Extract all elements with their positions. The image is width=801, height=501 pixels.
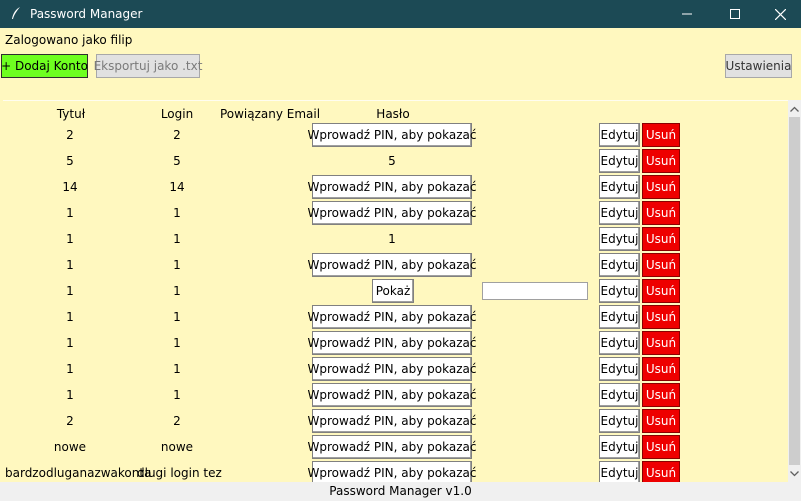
account-login: 1 <box>173 388 181 402</box>
chevron-up-icon <box>790 106 799 112</box>
add-account-button[interactable]: + Dodaj Konto <box>1 54 88 78</box>
account-login: 14 <box>169 180 185 194</box>
delete-account-button[interactable]: Usuń <box>642 461 680 482</box>
login-status: Zalogowano jako filip <box>5 33 133 47</box>
account-title: 2 <box>66 128 74 142</box>
account-title: 2 <box>66 414 74 428</box>
show-password-button[interactable]: Pokaż <box>372 279 414 303</box>
delete-account-button[interactable]: Usuń <box>642 331 680 355</box>
scroll-up-button[interactable] <box>788 100 801 117</box>
account-login: 1 <box>173 206 181 220</box>
edit-account-button[interactable]: Edytuj <box>599 253 640 277</box>
password-value: 1 <box>388 232 396 246</box>
show-password-pin-button[interactable]: Wprowadź PIN, aby pokazać <box>308 201 476 225</box>
edit-account-button[interactable]: Edytuj <box>599 383 640 407</box>
account-title: 1 <box>66 310 74 324</box>
accounts-list[interactable]: Tytuł Login Powiązany Email Hasło 2 2 Wpro… <box>3 100 788 482</box>
show-password-pin-button[interactable]: Wprowadź PIN, aby pokazać <box>308 461 476 482</box>
edit-account-button[interactable]: Edytuj <box>599 305 640 329</box>
edit-account-button[interactable]: Edytuj <box>599 357 640 381</box>
edit-account-button[interactable]: Edytuj <box>599 149 640 173</box>
main-panel: Zalogowano jako filip + Dodaj Konto Eksp… <box>0 28 801 482</box>
edit-account-button[interactable]: Edytuj <box>599 175 640 199</box>
delete-account-button[interactable]: Usuń <box>642 279 680 303</box>
vertical-scrollbar[interactable] <box>788 100 801 482</box>
edit-account-button[interactable]: Edytuj <box>599 123 640 147</box>
column-header-login: Login <box>160 107 194 121</box>
show-password-pin-button[interactable]: Wprowadź PIN, aby pokazać <box>308 253 476 277</box>
show-password-pin-button[interactable]: Wprowadź PIN, aby pokazać <box>308 409 476 433</box>
chevron-down-icon <box>790 470 799 476</box>
delete-account-button[interactable]: Usuń <box>642 201 680 225</box>
feather-icon <box>10 6 22 20</box>
delete-account-button[interactable]: Usuń <box>642 227 680 251</box>
account-title: 1 <box>66 388 74 402</box>
footer-version: Password Manager v1.0 <box>0 482 801 501</box>
account-title: 1 <box>66 206 74 220</box>
account-login: 1 <box>173 336 181 350</box>
minimize-icon <box>682 13 692 15</box>
show-password-pin-button[interactable]: Wprowadź PIN, aby pokazać <box>308 383 476 407</box>
delete-account-button[interactable]: Usuń <box>642 123 680 147</box>
minimize-button[interactable] <box>664 0 710 28</box>
show-password-pin-button[interactable]: Wprowadź PIN, aby pokazać <box>308 435 476 459</box>
delete-account-button[interactable]: Usuń <box>642 383 680 407</box>
close-icon <box>774 8 786 20</box>
edit-account-button[interactable]: Edytuj <box>599 227 640 251</box>
delete-account-button[interactable]: Usuń <box>642 357 680 381</box>
column-header-title: Tytuł <box>56 107 86 121</box>
delete-account-button[interactable]: Usuń <box>642 305 680 329</box>
account-title: 5 <box>66 154 74 168</box>
delete-account-button[interactable]: Usuń <box>642 409 680 433</box>
account-login: 1 <box>173 258 181 272</box>
edit-account-button[interactable]: Edytuj <box>599 279 640 303</box>
account-login: 2 <box>173 414 181 428</box>
column-header-password: Hasło <box>376 107 410 121</box>
account-login: 1 <box>173 232 181 246</box>
export-txt-button[interactable]: Eksportuj jako .txt <box>94 54 202 78</box>
show-password-pin-button[interactable]: Wprowadź PIN, aby pokazać <box>308 357 476 381</box>
account-title: 1 <box>66 362 74 376</box>
delete-account-button[interactable]: Usuń <box>642 253 680 277</box>
edit-account-button[interactable]: Edytuj <box>599 461 640 482</box>
close-button[interactable] <box>757 0 801 28</box>
settings-button[interactable]: Ustawienia <box>725 54 792 78</box>
account-title: 1 <box>66 232 74 246</box>
show-password-pin-button[interactable]: Wprowadź PIN, aby pokazać <box>308 123 476 147</box>
account-title: 1 <box>66 258 74 272</box>
delete-account-button[interactable]: Usuń <box>642 149 680 173</box>
account-login: dlugi login tez <box>137 466 222 480</box>
account-login: 1 <box>173 310 181 324</box>
account-title: bardzodluganazwakonta <box>5 466 152 480</box>
account-login: 2 <box>173 128 181 142</box>
maximize-icon <box>730 9 740 19</box>
account-login: 1 <box>173 284 181 298</box>
edit-account-button[interactable]: Edytuj <box>599 331 640 355</box>
account-login: 1 <box>173 362 181 376</box>
column-header-email: Powiązany Email <box>219 107 321 121</box>
window-title: Password Manager <box>30 7 143 21</box>
scrollbar-thumb[interactable] <box>789 117 800 465</box>
show-password-pin-button[interactable]: Wprowadź PIN, aby pokazać <box>308 175 476 199</box>
pin-input[interactable] <box>482 282 588 300</box>
account-title: nowe <box>53 440 87 454</box>
password-value: 5 <box>388 154 396 168</box>
account-login: 5 <box>173 154 181 168</box>
title-bar: Password Manager <box>0 0 801 28</box>
account-title: 1 <box>66 284 74 298</box>
delete-account-button[interactable]: Usuń <box>642 435 680 459</box>
edit-account-button[interactable]: Edytuj <box>599 201 640 225</box>
account-title: 1 <box>66 336 74 350</box>
account-login: nowe <box>160 440 194 454</box>
scroll-down-button[interactable] <box>788 465 801 482</box>
show-password-pin-button[interactable]: Wprowadź PIN, aby pokazać <box>308 305 476 329</box>
delete-account-button[interactable]: Usuń <box>642 175 680 199</box>
maximize-button[interactable] <box>712 0 758 28</box>
account-title: 14 <box>62 180 78 194</box>
edit-account-button[interactable]: Edytuj <box>599 435 640 459</box>
show-password-pin-button[interactable]: Wprowadź PIN, aby pokazać <box>308 331 476 355</box>
edit-account-button[interactable]: Edytuj <box>599 409 640 433</box>
